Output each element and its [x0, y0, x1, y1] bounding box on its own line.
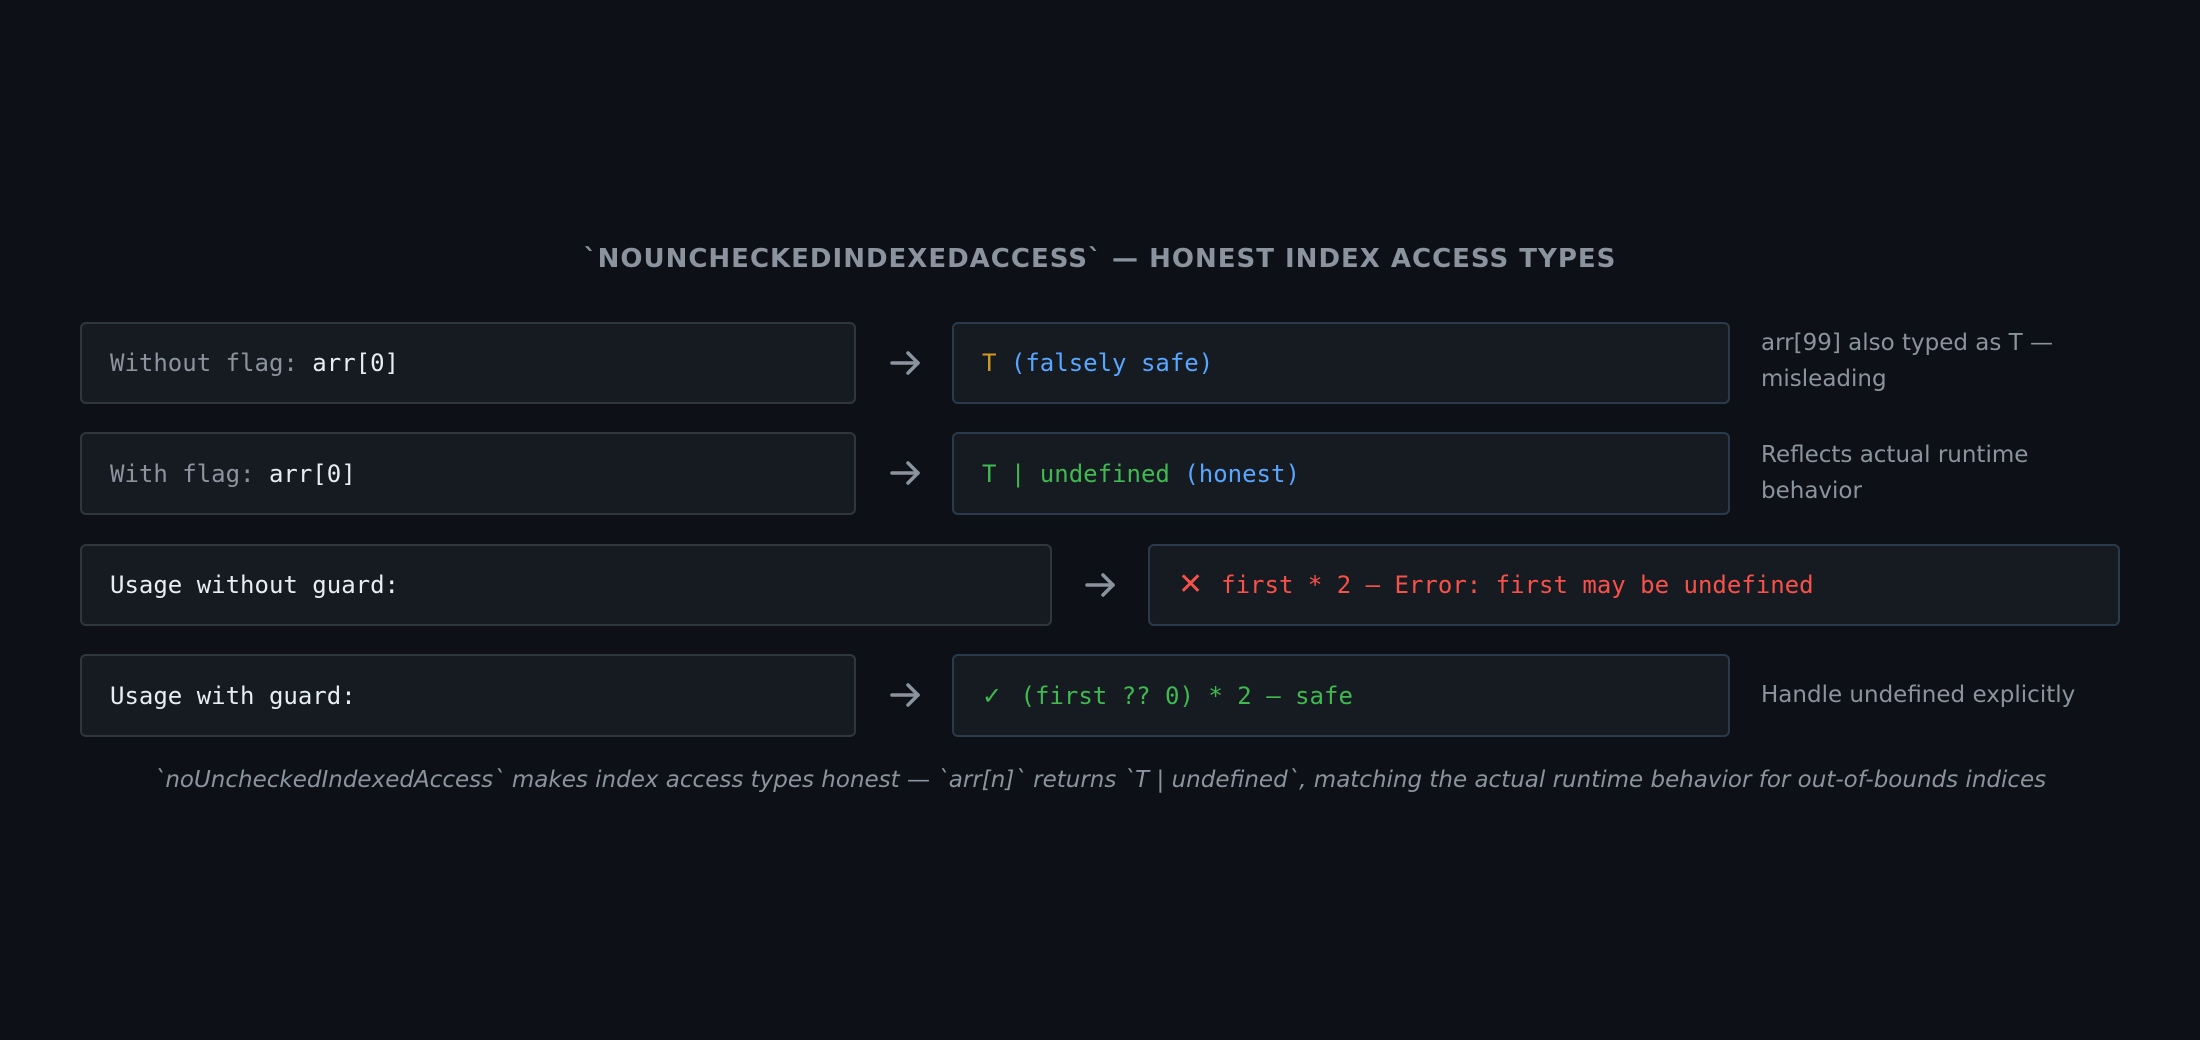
input-label: With flag:: [110, 459, 269, 488]
output-box-safe: ✓ (first ?? 0) * 2 — safe: [952, 654, 1730, 737]
input-code: arr[0]: [312, 349, 399, 377]
x-icon: ✕: [1178, 567, 1204, 602]
input-label: Usage with guard:: [110, 681, 356, 710]
input-box-without-flag: Without flag: arr[0]: [80, 322, 856, 404]
diagram-title: `NOUNCHECKEDINDEXEDACCESS` — HONEST INDE…: [583, 244, 1617, 274]
output-error-text: first * 2 — Error: first may be undefine…: [1221, 571, 1814, 599]
output-box-honest: T | undefined (honest): [952, 432, 1730, 515]
arrow-right-icon: [890, 461, 920, 485]
output-box-falsely-safe: T (falsely safe): [952, 322, 1730, 404]
arrow-right-icon: [1085, 573, 1115, 597]
caption: `noUncheckedIndexedAccess` makes index a…: [153, 767, 2047, 793]
input-box-with-flag: With flag: arr[0]: [80, 432, 856, 515]
output-type: T: [982, 349, 997, 377]
input-label: Usage without guard:: [110, 571, 399, 599]
arrow-right-icon: [890, 351, 920, 375]
arrow-right-icon: [890, 683, 920, 707]
input-box-without-guard: Usage without guard:: [80, 544, 1052, 626]
output-safe-text: (first ?? 0) * 2 — safe: [1006, 681, 1353, 710]
input-label: Without flag:: [110, 349, 313, 377]
output-type: T | undefined: [982, 459, 1170, 488]
output-comment: (honest): [1169, 459, 1300, 488]
input-code: arr[0]: [268, 459, 356, 488]
output-box-error: ✕ first * 2 — Error: first may be undefin…: [1148, 544, 2120, 626]
note-misleading: arr[99] also typed as T — misleading: [1761, 330, 2054, 392]
note-runtime-behavior: Reflects actual runtime behavior: [1761, 442, 2029, 504]
input-box-with-guard: Usage with guard:: [80, 654, 856, 737]
output-comment: (falsely safe): [996, 349, 1214, 377]
check-icon: ✓: [982, 681, 1003, 710]
note-handle-undefined: Handle undefined explicitly: [1761, 682, 2076, 708]
